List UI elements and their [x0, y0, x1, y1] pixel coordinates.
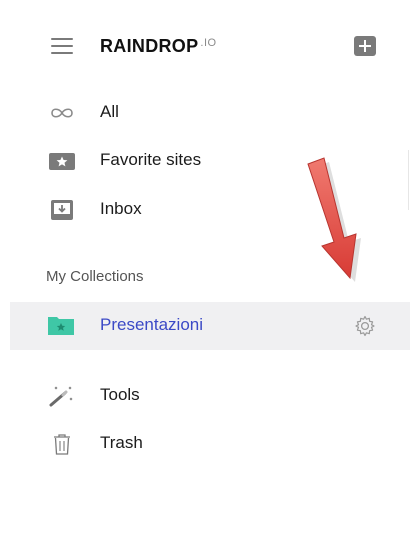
- collection-label-presentazioni: Presentazioni: [100, 315, 204, 334]
- collection-item-presentazioni[interactable]: Presentazioni: [10, 302, 410, 350]
- inbox-icon: [51, 200, 73, 220]
- nav-label-favorite-sites: Favorite sites: [100, 150, 202, 169]
- magic-wand-icon: [49, 386, 73, 407]
- star-icon: [49, 153, 75, 170]
- nav-item-all[interactable]: All: [0, 90, 410, 134]
- trash-icon: [54, 434, 70, 455]
- nav-label-tools: Tools: [100, 385, 140, 404]
- nav-item-favorite-sites[interactable]: Favorite sites: [0, 138, 410, 182]
- nav-item-tools[interactable]: Tools: [0, 373, 410, 417]
- infinity-icon: [51, 108, 73, 118]
- panel-edge-divider: [408, 150, 409, 210]
- brand-suffix: .IO: [200, 37, 217, 49]
- nav-item-trash[interactable]: Trash: [0, 421, 410, 465]
- gear-icon[interactable]: [353, 314, 377, 338]
- nav-label-trash: Trash: [100, 433, 143, 452]
- add-button[interactable]: [354, 36, 376, 56]
- section-title-my-collections: My Collections: [46, 268, 144, 285]
- brand-name: RAINDROP: [100, 36, 199, 56]
- nav-item-inbox[interactable]: Inbox: [0, 187, 410, 231]
- sidebar-header: RAINDROP .IO: [0, 0, 410, 92]
- nav-label-inbox: Inbox: [100, 199, 142, 218]
- folder-star-icon: [48, 317, 74, 335]
- nav-label-all: All: [100, 102, 119, 121]
- hamburger-menu-icon[interactable]: [51, 38, 73, 54]
- app-brand: RAINDROP .IO: [100, 36, 217, 57]
